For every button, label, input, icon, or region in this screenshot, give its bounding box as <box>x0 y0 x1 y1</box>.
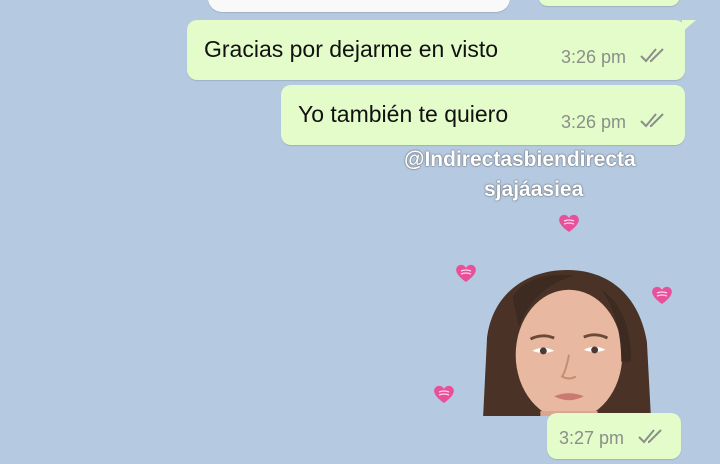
message-text: Yo también te quiero <box>298 101 509 127</box>
message-time: 3:26 pm <box>561 47 627 67</box>
bubble-tail <box>682 20 696 32</box>
previous-outgoing-bubble[interactable] <box>538 0 680 6</box>
watermark-subtext: sjajáasiea <box>484 178 584 201</box>
double-check-icon <box>640 113 664 128</box>
message-text: Gracias por dejarme en visto <box>204 36 499 62</box>
face-sticker[interactable] <box>482 268 652 416</box>
pink-heart-icon <box>456 264 476 282</box>
double-check-icon <box>638 429 662 444</box>
pink-heart-icon <box>652 286 672 304</box>
message-bubble[interactable]: Yo también te quiero 3:26 pm <box>281 85 685 145</box>
double-check-icon <box>640 48 664 63</box>
watermark-handle: @Indirectasbiendirecta <box>404 148 636 171</box>
message-time: 3:27 pm <box>559 428 625 448</box>
pink-heart-icon <box>559 214 579 232</box>
previous-message-bubble[interactable] <box>208 0 510 12</box>
message-bubble[interactable]: Gracias por dejarme en visto 3:26 pm <box>187 20 685 80</box>
pink-heart-icon <box>434 385 454 403</box>
sticker-timestamp-bubble[interactable]: 3:27 pm <box>547 413 681 459</box>
message-time: 3:26 pm <box>561 112 627 132</box>
